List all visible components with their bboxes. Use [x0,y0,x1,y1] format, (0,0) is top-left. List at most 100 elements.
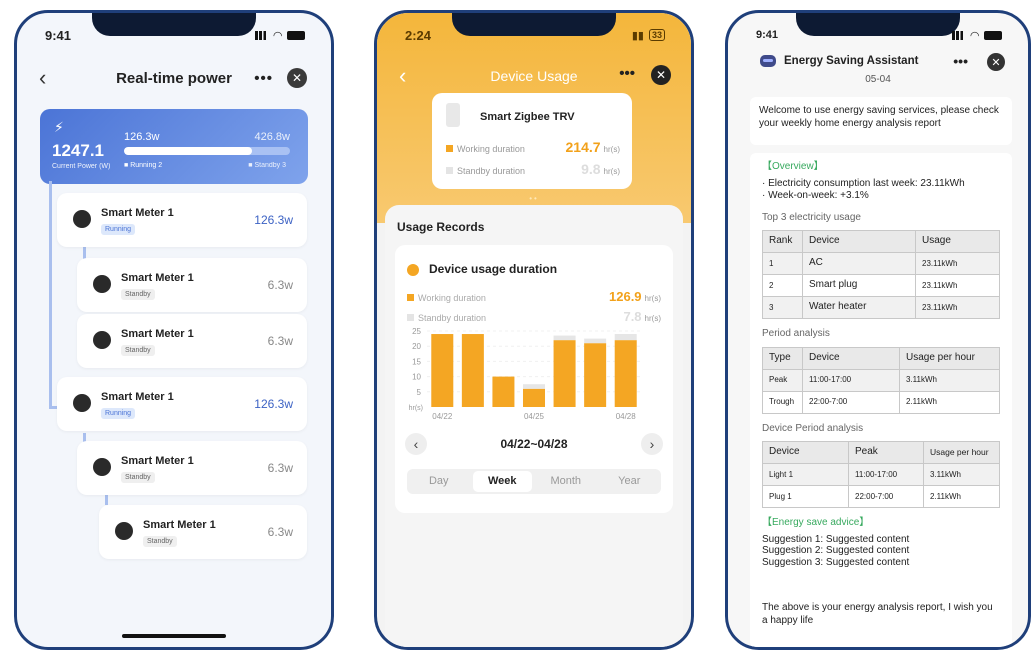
device-name: Smart Meter 1 [143,519,216,531]
closing-text: The above is your energy analysis report… [762,602,993,626]
table-cell: 2.11kWh [923,485,1000,508]
phone-device-usage: 2:24 ▮▮ 33 ‹ Device Usage ••• ✕ Smart Zig… [374,10,694,650]
table-cell: 22:00-7:00 [848,485,924,508]
bar-working-duration [584,343,607,407]
tree-line [105,495,108,505]
device-card[interactable]: Smart Meter 1 Running 126.3w [57,193,307,247]
device-period-title: Device Period analysis [762,422,864,434]
page-title: Device Usage [490,68,578,84]
signal-icon: ▮▮ [631,29,644,42]
table-cell: 22:00-7:00 [802,390,900,414]
power-ratio-bar [124,147,290,155]
working-value: 214.7 [565,139,601,155]
more-button[interactable]: ••• [619,65,635,82]
column-header: Rank [762,230,803,253]
chat-title: Energy Saving Assistant [784,55,919,67]
device-card[interactable]: Smart Meter 1 Standby 6.3w [99,505,307,559]
meter-icon [115,522,133,540]
table-header-row: Rank Device Usage [762,230,1000,253]
signal-icon [951,30,966,40]
device-power: 126.3w [254,397,293,411]
working-swatch [446,145,453,152]
bar-working-duration [431,334,454,407]
bar-standby-duration [584,338,607,344]
phone-energy-assistant: 9:41 ◠ Energy Saving Assistant ••• ✕ 05-… [725,10,1031,650]
close-button[interactable]: ✕ [287,68,307,88]
device-card[interactable]: Smart Meter 1 Standby 6.3w [77,314,307,368]
meter-icon [93,458,111,476]
status-bar: 9:41 ◠ [45,27,305,43]
table-cell: 23.11kWh [915,274,1000,297]
power-ratio-fill [124,147,252,155]
next-range-button[interactable]: › [641,433,663,455]
close-button[interactable]: ✕ [987,53,1005,71]
table-cell: 11:00-17:00 [802,368,900,392]
unit-label: hr(s) [644,314,661,323]
device-power: 6.3w [267,525,293,539]
table-cell: 3.11kWh [899,368,1000,392]
tree-line [49,181,52,409]
assistant-robot-icon [760,55,776,67]
message-date: 05-04 [865,74,891,85]
table-header-row: Device Peak Usage per hour [762,441,1000,464]
home-indicator[interactable] [122,634,226,638]
battery-icon: 33 [648,29,665,41]
page-title: Real-time power [116,69,232,87]
suggestion: Suggestion 2: Suggested content [762,545,910,556]
column-header: Device [762,441,849,464]
tab-day[interactable]: Day [409,471,469,492]
table-cell: 1 [762,252,803,275]
trv-device-icon [446,103,460,127]
wifi-icon: ◠ [273,29,282,42]
more-button[interactable]: ••• [953,53,968,69]
standby-label: Standby duration [457,166,526,176]
device-card[interactable]: Smart Meter 1 Running 126.3w [57,377,307,431]
page-dots: •• [529,194,539,203]
y-tick-label: 25 [412,327,421,336]
clock-icon [407,264,419,276]
wifi-icon: ◠ [970,29,979,42]
device-card[interactable]: Smart Meter 1 Standby 6.3w [77,441,307,495]
x-tick-label: 04/25 [524,412,545,421]
period-tabs: Day Week Month Year [407,469,661,494]
close-button[interactable]: ✕ [651,65,671,85]
meter-icon [93,275,111,293]
column-header: Peak [848,441,924,464]
signal-icon [254,30,269,40]
period-table: Type Device Usage per hour Peak 11:00-17… [762,346,1000,414]
device-card[interactable]: Smart Meter 1 Standby 6.3w [77,258,307,312]
standby-value: 9.8 [581,161,601,177]
table-cell: 23.11kWh [915,296,1000,319]
standby-duration-row: Standby duration 7.8 hr(s) [407,309,661,324]
working-duration-row: Working duration 214.7 hr(s) [446,139,620,155]
period-title: Period analysis [762,328,830,339]
device-name: Smart Meter 1 [121,455,194,467]
table-row: Plug 1 22:00-7:00 2.11kWh [762,485,1000,508]
tab-year[interactable]: Year [600,471,660,492]
standby-swatch [446,167,453,174]
x-tick-label: 04/28 [616,412,637,421]
y-tick-label: 20 [412,342,421,351]
header: ‹ Real-time power ••• ✕ [17,63,331,93]
prev-range-button[interactable]: ‹ [405,433,427,455]
unit-label: hr(s) [603,145,620,154]
tab-month[interactable]: Month [536,471,596,492]
device-power: 6.3w [267,334,293,348]
usage-bar-chart: 5 10 15 20 25 hr(s) 04/22 04/25 04/28 [409,327,641,421]
more-button[interactable]: ••• [254,70,273,87]
table-cell: 2 [762,274,803,297]
device-name: Smart Meter 1 [101,391,174,403]
power-summary-card: ⚡ 1247.1 Current Power (W) 126.3w 426.8w… [40,109,308,184]
table-row: 3 Water heater 23.11kWh [762,296,1000,319]
status-time: 9:41 [45,27,72,43]
meter-icon [73,210,91,228]
usage-records-panel: Usage Records Device usage duration Work… [385,205,683,647]
device-name: Smart Zigbee TRV [480,111,575,123]
status-time: 9:41 [756,29,779,41]
status-badge: Running [101,224,136,235]
table-cell: 11:00-17:00 [848,463,924,486]
back-button[interactable]: ‹ [39,65,46,91]
welcome-message: Welcome to use energy saving services, p… [750,97,1012,145]
x-tick-label: 04/22 [432,412,453,421]
tab-week[interactable]: Week [472,471,532,492]
